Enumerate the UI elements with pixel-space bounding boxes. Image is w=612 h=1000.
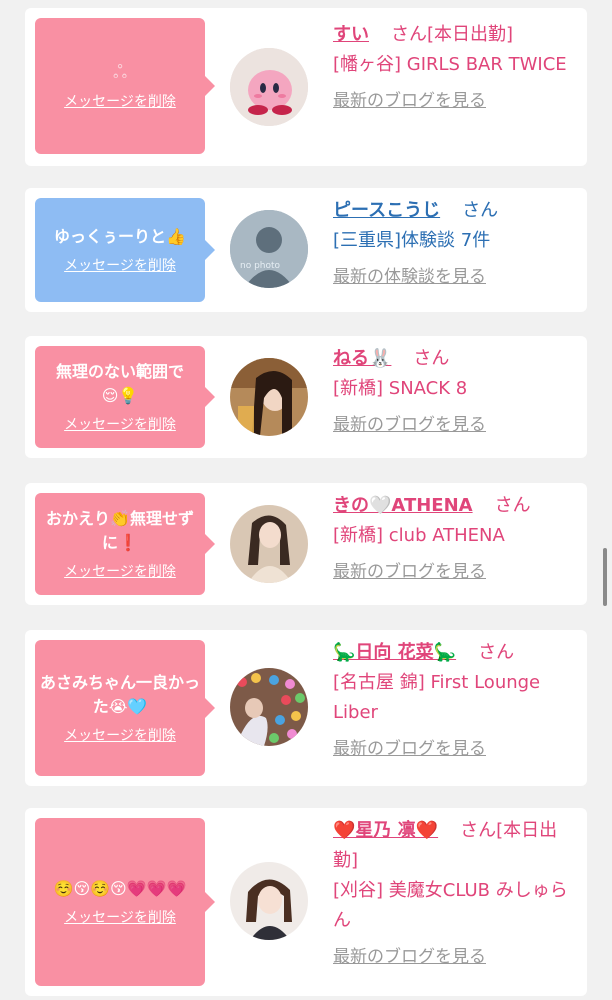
- message-text: 無理のない範囲で😌💡: [55, 362, 184, 405]
- latest-blog-link[interactable]: 最新のブログを見る: [333, 734, 573, 764]
- cast-photo: [230, 862, 308, 940]
- avatar[interactable]: no photo: [230, 210, 308, 288]
- message-bubble: ゆっくぅーりと👍 メッセージを削除: [35, 198, 215, 302]
- message-text: おかえり👏無理せずに❗: [46, 509, 194, 552]
- cast-name-link[interactable]: ❤️星乃 凛❤️: [333, 820, 438, 841]
- cast-photo: [230, 668, 308, 746]
- shop-location: [刈谷] 美魔女CLUB みしゅらん: [333, 880, 568, 931]
- card-info: すい さん[本日出勤] [幡ヶ谷] GIRLS BAR TWICE 最新のブログを…: [333, 20, 573, 116]
- delete-message-link[interactable]: メッセージを削除: [64, 414, 176, 434]
- avatar[interactable]: [230, 48, 308, 126]
- san-label: さん: [462, 200, 499, 221]
- delete-message-link[interactable]: メッセージを削除: [64, 91, 176, 111]
- message-card: ゆっくぅーりと👍 メッセージを削除 no photo ピースこうじ さん [三重県…: [25, 188, 587, 312]
- latest-blog-link[interactable]: 最新のブログを見る: [333, 942, 573, 972]
- latest-blog-link[interactable]: 最新のブログを見る: [333, 557, 573, 587]
- card-info: 🦕日向 花菜🦕 さん [名古屋 錦] First Lounge Liber 最新の…: [333, 638, 573, 764]
- message-text: ゆっくぅーりと👍: [54, 227, 186, 246]
- message-card: ☺️😚☺️😚💗💗💗 メッセージを削除 ❤️星乃 凛❤️ さん[本日出勤] [刈谷]…: [25, 808, 587, 996]
- cast-name-link[interactable]: 🦕日向 花菜🦕: [333, 642, 456, 663]
- san-label: さん: [460, 820, 497, 841]
- latest-blog-link[interactable]: 最新のブログを見る: [333, 410, 573, 440]
- delete-message-link[interactable]: メッセージを削除: [64, 561, 176, 581]
- shop-location: [幡ヶ谷] GIRLS BAR TWICE: [333, 54, 567, 75]
- shop-location: [新橋] SNACK 8: [333, 378, 468, 399]
- latest-review-link[interactable]: 最新の体験談を見る: [333, 262, 573, 292]
- delete-message-link[interactable]: メッセージを削除: [64, 907, 176, 927]
- card-info: ❤️星乃 凛❤️ さん[本日出勤] [刈谷] 美魔女CLUB みしゅらん 最新のブ…: [333, 816, 573, 972]
- message-card: あさみちゃん一良かった😭🩵 メッセージを削除 🦕日向 花菜🦕 さん [名古屋 錦]…: [25, 630, 587, 786]
- san-label: さん: [478, 642, 515, 663]
- message-bubble: ஃ メッセージを削除: [35, 18, 215, 154]
- avatar[interactable]: [230, 668, 308, 746]
- message-bubble: 無理のない範囲で😌💡 メッセージを削除: [35, 346, 215, 448]
- kirby-plush-photo: [230, 48, 308, 126]
- avatar[interactable]: [230, 862, 308, 940]
- cast-name-link[interactable]: ねる🐰: [333, 348, 391, 369]
- review-count: [三重県]体験談 7件: [333, 230, 491, 251]
- card-info: ピースこうじ さん [三重県]体験談 7件 最新の体験談を見る: [333, 196, 573, 292]
- cast-photo: [230, 358, 308, 436]
- message-text: あさみちゃん一良かった😭🩵: [40, 673, 201, 716]
- card-info: きの🤍ATHENA さん [新橋] club ATHENA 最新のブログを見る: [333, 491, 573, 587]
- san-label: さん: [391, 24, 427, 45]
- delete-message-link[interactable]: メッセージを削除: [64, 725, 176, 745]
- cast-name-link[interactable]: すい: [333, 24, 369, 45]
- scrollbar[interactable]: [603, 548, 607, 606]
- status-badge: [本日出勤]: [427, 24, 514, 45]
- message-card: ஃ メッセージを削除 すい さん[本日出勤] [幡ヶ谷] GIRLS BAR TW…: [25, 8, 587, 166]
- message-card: おかえり👏無理せずに❗ メッセージを削除 きの🤍ATHENA さん [新橋] cl…: [25, 483, 587, 605]
- card-info: ねる🐰 さん [新橋] SNACK 8 最新のブログを見る: [333, 344, 573, 440]
- delete-message-link[interactable]: メッセージを削除: [64, 255, 176, 275]
- message-bubble: ☺️😚☺️😚💗💗💗 メッセージを削除: [35, 818, 215, 986]
- san-label: さん: [494, 495, 531, 516]
- san-label: さん: [413, 348, 450, 369]
- message-text: ஃ: [112, 62, 128, 83]
- shop-location: [新橋] club ATHENA: [333, 525, 505, 546]
- message-text: ☺️😚☺️😚💗💗💗: [53, 879, 187, 898]
- cast-name-link[interactable]: きの🤍ATHENA: [333, 495, 473, 516]
- shop-location: [名古屋 錦] First Lounge Liber: [333, 672, 541, 723]
- message-bubble: あさみちゃん一良かった😭🩵 メッセージを削除: [35, 640, 215, 776]
- reviewer-name-link[interactable]: ピースこうじ: [333, 200, 440, 221]
- avatar[interactable]: [230, 358, 308, 436]
- avatar[interactable]: [230, 505, 308, 583]
- cast-photo: [230, 505, 308, 583]
- message-bubble: おかえり👏無理せずに❗ メッセージを削除: [35, 493, 215, 595]
- latest-blog-link[interactable]: 最新のブログを見る: [333, 86, 573, 116]
- no-photo-icon: [230, 210, 308, 288]
- no-photo-label: no photo: [240, 261, 281, 271]
- message-card: 無理のない範囲で😌💡 メッセージを削除 ねる🐰 さん [新橋] SNACK 8 最…: [25, 336, 587, 458]
